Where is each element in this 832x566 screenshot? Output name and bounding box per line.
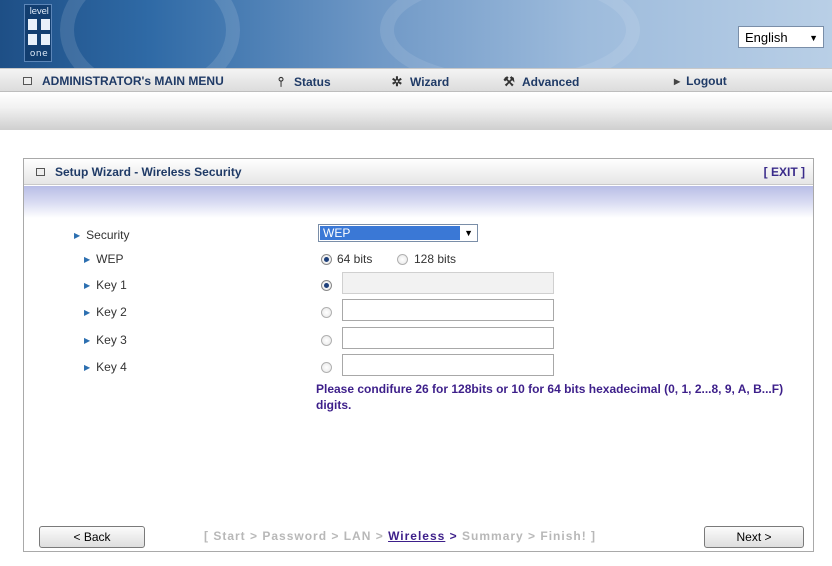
panel-title-text: Setup Wizard - Wireless Security bbox=[55, 165, 242, 179]
key2-input[interactable] bbox=[342, 299, 554, 321]
bullet-arrow-icon: ▶ bbox=[84, 281, 91, 290]
wizard-steps: [ Start > Password > LAN > Wireless > Su… bbox=[204, 529, 596, 543]
arrow-right-icon: ▶ bbox=[674, 77, 681, 86]
main-menu-label: ADMINISTRATOR's MAIN MENU bbox=[42, 74, 224, 88]
wep-64-radio[interactable] bbox=[321, 254, 332, 265]
top-banner: level one English ▼ bbox=[0, 0, 832, 68]
language-value: English bbox=[745, 30, 788, 45]
wep-128-radio[interactable] bbox=[397, 254, 408, 265]
bullet-arrow-icon: ▶ bbox=[84, 363, 91, 372]
wizard-icon: ✲ bbox=[391, 74, 403, 89]
key1-label: ▶ Key 1 bbox=[84, 278, 127, 292]
advanced-icon: ⚒ bbox=[503, 74, 515, 89]
key1-input[interactable] bbox=[342, 272, 554, 294]
wep-64-label: 64 bits bbox=[337, 252, 373, 266]
menu-status-label: Status bbox=[294, 75, 331, 89]
menu-wizard[interactable]: ✲ Wizard bbox=[388, 74, 450, 90]
square-bullet-icon bbox=[23, 77, 32, 85]
sub-menu-bar bbox=[0, 92, 832, 130]
panel-title: Setup Wizard - Wireless Security bbox=[36, 165, 242, 179]
key3-label: ▶ Key 3 bbox=[84, 333, 127, 347]
key2-label: ▶ Key 2 bbox=[84, 305, 127, 319]
security-label-text: Security bbox=[86, 228, 130, 242]
menu-status[interactable]: ⫯ Status bbox=[272, 74, 331, 90]
step-current: Wireless bbox=[388, 529, 446, 543]
banner-decoration bbox=[60, 0, 240, 68]
main-menu-link[interactable]: ADMINISTRATOR's MAIN MENU bbox=[23, 74, 224, 88]
panel-header: Setup Wizard - Wireless Security [ EXIT … bbox=[24, 159, 813, 185]
bullet-arrow-icon: ▶ bbox=[84, 255, 91, 264]
menu-advanced-label: Advanced bbox=[522, 75, 580, 89]
menu-logout-label: Logout bbox=[686, 74, 727, 88]
key4-input[interactable] bbox=[342, 354, 554, 376]
key4-label: ▶ Key 4 bbox=[84, 360, 127, 374]
language-select[interactable]: English ▼ bbox=[738, 26, 824, 48]
bullet-arrow-icon: ▶ bbox=[84, 336, 91, 345]
bullet-arrow-icon: ▶ bbox=[74, 231, 81, 240]
next-button[interactable]: Next > bbox=[704, 526, 804, 548]
logo-mark bbox=[28, 19, 50, 45]
key3-label-text: Key 3 bbox=[96, 333, 127, 347]
key4-radio[interactable] bbox=[321, 362, 332, 373]
levelone-logo: level one bbox=[24, 4, 52, 62]
panel-band bbox=[24, 186, 813, 218]
key-format-hint: Please condifure 26 for 128bits or 10 fo… bbox=[316, 382, 784, 412]
logo-text-top: level bbox=[29, 7, 49, 17]
wep-label-text: WEP bbox=[96, 252, 124, 266]
wep-label: ▶ WEP bbox=[84, 252, 124, 266]
banner-decoration bbox=[380, 0, 640, 68]
exit-link[interactable]: [ EXIT ] bbox=[764, 165, 805, 179]
back-button[interactable]: < Back bbox=[39, 526, 145, 548]
key4-label-text: Key 4 bbox=[96, 360, 127, 374]
chevron-down-icon: ▼ bbox=[464, 228, 473, 238]
key3-radio[interactable] bbox=[321, 335, 332, 346]
steps-arrow: > bbox=[445, 529, 463, 543]
security-label: ▶ Security bbox=[74, 228, 130, 242]
main-menu-bar: ADMINISTRATOR's MAIN MENU ⫯ Status ✲ Wizar… bbox=[0, 68, 832, 92]
status-icon: ⫯ bbox=[278, 74, 284, 89]
key2-label-text: Key 2 bbox=[96, 305, 127, 319]
chevron-down-icon: ▼ bbox=[809, 33, 818, 43]
wep-128-label: 128 bits bbox=[414, 252, 457, 266]
menu-advanced[interactable]: ⚒ Advanced bbox=[500, 74, 579, 90]
steps-suffix: Summary > Finish! ] bbox=[462, 529, 597, 543]
key1-label-text: Key 1 bbox=[96, 278, 127, 292]
bullet-arrow-icon: ▶ bbox=[84, 308, 91, 317]
square-bullet-icon bbox=[36, 168, 45, 176]
key1-radio[interactable] bbox=[321, 280, 332, 291]
security-select[interactable]: WEP ▼ bbox=[318, 224, 478, 242]
key3-input[interactable] bbox=[342, 327, 554, 349]
key2-radio[interactable] bbox=[321, 307, 332, 318]
steps-prefix: [ Start > Password > LAN > bbox=[204, 529, 389, 543]
menu-wizard-label: Wizard bbox=[410, 75, 450, 89]
wizard-panel: Setup Wizard - Wireless Security [ EXIT … bbox=[23, 158, 814, 552]
logo-text-bottom: one bbox=[29, 49, 49, 59]
menu-logout[interactable]: ▶ Logout bbox=[674, 74, 727, 88]
security-select-value: WEP bbox=[320, 226, 460, 240]
